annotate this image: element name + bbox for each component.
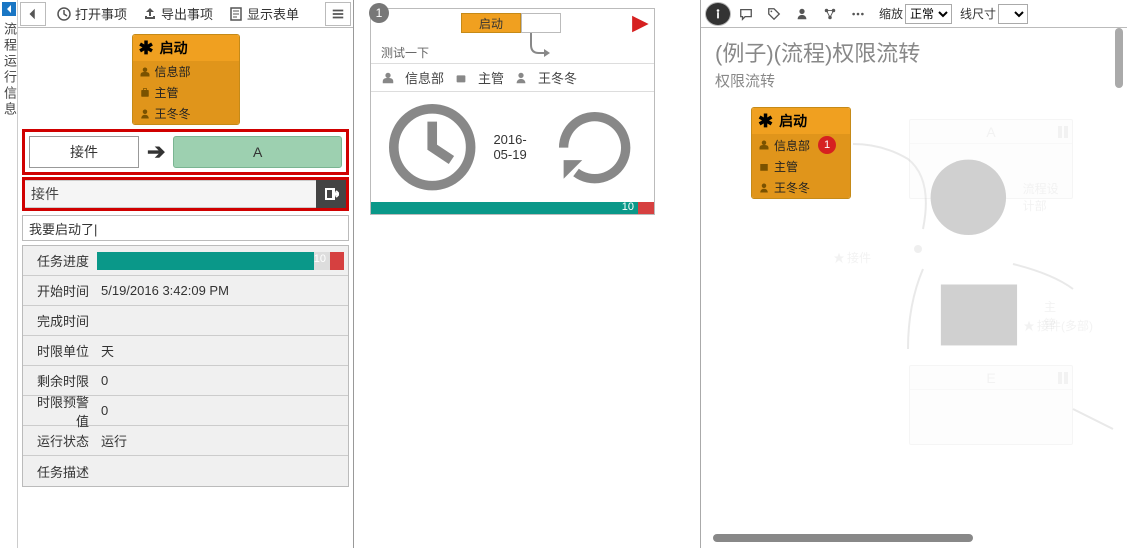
- right-panel: 缩放 正常 线尺寸 (例子)(流程)权限流转 权限流转 ✱启动 信息部1 主管 …: [700, 0, 1127, 548]
- vertical-tab-label: 流程运行信息: [0, 22, 19, 118]
- start-node-card[interactable]: ✱ 启动 信息部 主管 王冬冬: [132, 34, 240, 125]
- canvas-node-e[interactable]: E: [909, 365, 1073, 445]
- task-caption: 测试一下: [381, 44, 429, 61]
- export-item-button[interactable]: 导出事项: [136, 1, 218, 27]
- flow-arrow-icon: [526, 33, 566, 63]
- progress-bar: 10: [97, 252, 344, 270]
- zoom-select[interactable]: 正常: [905, 4, 952, 24]
- row-label: 任务进度: [23, 251, 95, 270]
- table-row: 任务进度 10: [23, 246, 348, 276]
- more-button[interactable]: [845, 2, 871, 26]
- star-icon: ✱: [758, 112, 773, 130]
- open-item-button[interactable]: 打开事项: [50, 1, 132, 27]
- horizontal-scrollbar[interactable]: [713, 534, 1107, 542]
- start-node-row: 主管: [133, 82, 239, 103]
- table-row: 时限预警值0: [23, 396, 348, 426]
- comment-input[interactable]: 我要启动了|: [22, 215, 349, 241]
- middle-panel: 1 启动 测试一下 信息部 主管 王冬冬 2016-05-19 10: [360, 0, 700, 548]
- right-toolbar: 缩放 正常 线尺寸: [701, 0, 1127, 28]
- table-row: 任务描述: [23, 456, 348, 486]
- table-row: 开始时间5/19/2016 3:42:09 PM: [23, 276, 348, 306]
- start-node-header: ✱ 启动: [133, 35, 239, 61]
- flow-start-chip: 启动: [461, 13, 521, 33]
- left-toolbar: 打开事项 导出事项 显示表单: [18, 0, 353, 28]
- task-date-row: 2016-05-19: [371, 91, 654, 202]
- star-icon: ✱: [139, 39, 154, 57]
- refresh-icon: [545, 98, 644, 197]
- flow-next-chip: [521, 13, 561, 33]
- task-people-row: 信息部 主管 王冬冬: [371, 63, 654, 91]
- menu-button[interactable]: [325, 2, 351, 26]
- table-row: 时限单位天: [23, 336, 348, 366]
- task-info-table: 任务进度 10 开始时间5/19/2016 3:42:09 PM 完成时间 时限…: [22, 245, 349, 487]
- line-size-label: 线尺寸: [960, 5, 996, 22]
- task-progress-bar: 10: [371, 202, 654, 214]
- clock-icon: [381, 96, 483, 198]
- tag-button[interactable]: [761, 2, 787, 26]
- graph-button[interactable]: [817, 2, 843, 26]
- tab-icon: [2, 2, 16, 16]
- user-button[interactable]: [789, 2, 815, 26]
- line-size-select[interactable]: [998, 4, 1028, 24]
- flow-canvas[interactable]: ✱启动 信息部1 主管 王冬冬 A 流程设计部 主管 接件 接件(多部) E: [713, 99, 1127, 547]
- table-row: 运行状态运行: [23, 426, 348, 456]
- back-button[interactable]: [20, 2, 46, 26]
- vertical-tab[interactable]: 流程运行信息: [0, 0, 18, 548]
- route-from[interactable]: 接件: [29, 136, 139, 168]
- clock-icon: [55, 5, 73, 23]
- notification-badge: 1: [818, 136, 836, 154]
- table-row: 完成时间: [23, 306, 348, 336]
- vertical-scrollbar[interactable]: [1115, 28, 1123, 536]
- pause-icon: [1058, 126, 1068, 138]
- export-icon: [141, 5, 159, 23]
- edge-label: 接件: [833, 249, 871, 266]
- route-selection: 接件 ➔ A: [22, 129, 349, 175]
- flow-subtitle: 权限流转: [701, 68, 1127, 99]
- show-form-button[interactable]: 显示表单: [222, 1, 304, 27]
- arrow-right-icon: ➔: [147, 139, 165, 165]
- task-card[interactable]: 1 启动 测试一下 信息部 主管 王冬冬 2016-05-19 10: [370, 8, 655, 215]
- person-icon: [514, 71, 528, 85]
- comment-button[interactable]: [733, 2, 759, 26]
- briefcase-icon: [454, 71, 468, 85]
- group-icon: [381, 71, 395, 85]
- canvas-node-a[interactable]: A 流程设计部 主管: [909, 119, 1073, 199]
- pause-icon: [1058, 372, 1068, 384]
- canvas-start-node[interactable]: ✱启动 信息部1 主管 王冬冬: [751, 107, 851, 199]
- zoom-label: 缩放: [879, 5, 903, 22]
- start-node-row: 王冬冬: [133, 103, 239, 124]
- action-input-row: [22, 177, 349, 211]
- edge-label: 接件(多部): [1023, 317, 1093, 334]
- start-node-row: 信息部: [133, 61, 239, 82]
- step-number-badge: 1: [369, 3, 389, 23]
- left-panel: 打开事项 导出事项 显示表单 ✱ 启动 信息部 主管 王冬冬 接件 ➔ A: [18, 0, 354, 548]
- form-icon: [227, 5, 245, 23]
- route-to[interactable]: A: [173, 136, 342, 168]
- flow-title: (例子)(流程)权限流转: [701, 28, 1127, 68]
- submit-button[interactable]: [316, 180, 346, 208]
- action-input[interactable]: [25, 180, 316, 208]
- info-button[interactable]: [705, 2, 731, 26]
